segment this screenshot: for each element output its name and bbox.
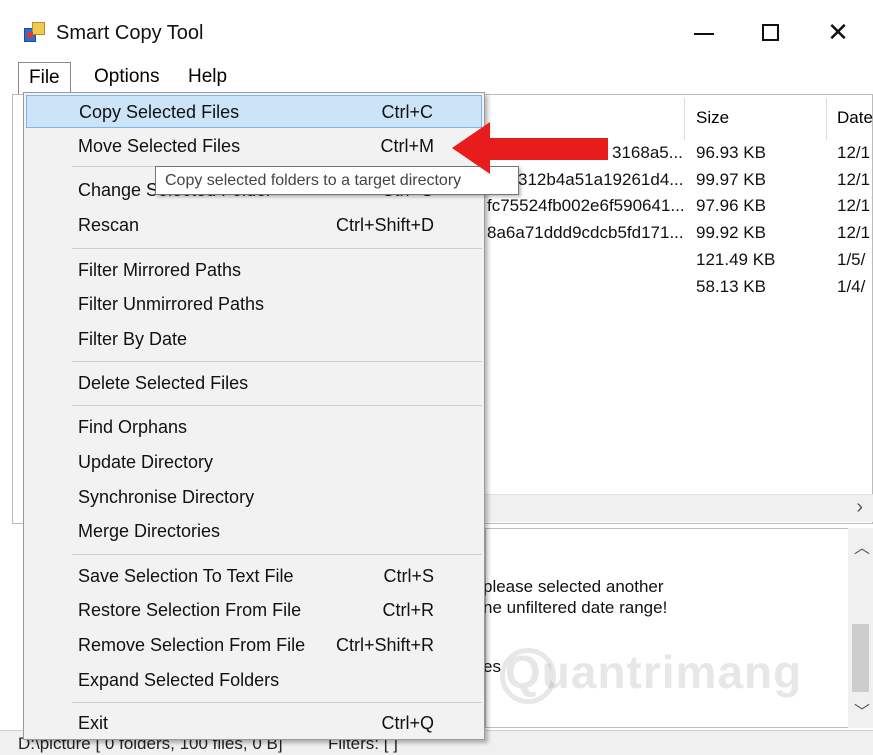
row-date: 12/1 [837, 170, 871, 189]
log-line: es [483, 657, 501, 676]
row-date: 1/5/ [837, 250, 866, 269]
log-line: please selected another [483, 577, 664, 596]
minimize-icon [694, 33, 714, 35]
minimize-button[interactable] [672, 10, 736, 54]
row-date: 1/4/ [837, 277, 866, 296]
menu-separator [72, 248, 482, 249]
menu-item-find-orphans[interactable]: Find Orphans [26, 411, 482, 444]
row-size: 121.49 KB [696, 250, 776, 269]
menu-item-filter-unmirrored-paths[interactable]: Filter Unmirrored Paths [26, 288, 482, 321]
row-name[interactable]: 3168a5... [612, 143, 683, 163]
menu-item-shortcut: Ctrl+S [383, 566, 434, 586]
column-divider[interactable] [826, 98, 827, 140]
row-size: 97.96 KB [696, 196, 766, 215]
menu-separator [72, 702, 482, 703]
menu-separator [72, 554, 482, 555]
row-size: 99.97 KB [696, 170, 766, 189]
close-button[interactable]: ✕ [806, 10, 870, 54]
close-icon: ✕ [827, 16, 849, 47]
menu-item-label: Exit [78, 713, 109, 733]
menu-item-shortcut: Ctrl+Q [381, 713, 434, 733]
menu-item-restore-selection[interactable]: Restore Selection From File Ctrl+R [26, 594, 482, 627]
menu-item-label: Synchronise Directory [78, 487, 255, 507]
vertical-scrollbar[interactable]: ︿ ﹀ [848, 528, 873, 728]
row-size: 99.92 KB [696, 223, 766, 242]
menu-item-label: Filter Mirrored Paths [78, 260, 242, 280]
menu-item-label: Merge Directories [78, 521, 221, 541]
row-date: 12/1 [837, 143, 871, 162]
watermark: Quantrimang [505, 646, 803, 698]
menu-item-expand-selected-folders[interactable]: Expand Selected Folders [26, 664, 482, 697]
chevron-up-icon[interactable]: ︿ [854, 534, 870, 558]
menu-item-save-selection[interactable]: Save Selection To Text File Ctrl+S [26, 560, 482, 593]
log-line: ne unfiltered date range! [483, 598, 668, 617]
menu-item-delete-selected-files[interactable]: Delete Selected Files [26, 367, 482, 400]
menu-item-shortcut: Ctrl+M [380, 136, 435, 156]
menu-item-copy-selected-files[interactable]: Copy Selected Files Ctrl+C [26, 95, 482, 128]
menu-item-synchronise-directory[interactable]: Synchronise Directory [26, 481, 482, 514]
maximize-button[interactable] [738, 10, 802, 54]
menu-item-label: Move Selected Files [78, 136, 241, 156]
row-name[interactable]: fc75524fb002e6f590641... [487, 196, 685, 216]
menu-file[interactable]: File [18, 62, 71, 94]
scrollbar-thumb[interactable] [852, 624, 869, 692]
menu-item-label: Remove Selection From File [78, 635, 306, 655]
menu-item-shortcut: Ctrl+Shift+D [335, 215, 434, 235]
menu-item-label: Filter Unmirrored Paths [78, 294, 265, 314]
row-name[interactable]: 8a6a71ddd9cdcb5fd171... [487, 223, 684, 243]
column-header-date[interactable]: Date [837, 108, 873, 128]
row-size: 96.93 KB [696, 143, 766, 162]
menu-help[interactable]: Help [178, 62, 237, 92]
menu-item-update-directory[interactable]: Update Directory [26, 446, 482, 479]
title-bar: Smart Copy Tool ✕ [0, 0, 873, 62]
horizontal-scrollbar[interactable]: › [485, 494, 873, 522]
row-size: 58.13 KB [696, 277, 766, 296]
menu-item-label: Expand Selected Folders [78, 670, 280, 690]
menu-item-label: Delete Selected Files [78, 373, 249, 393]
menu-separator [72, 361, 482, 362]
menu-item-label: Restore Selection From File [78, 600, 302, 620]
window-title: Smart Copy Tool [56, 22, 204, 44]
red-arrow-icon [452, 122, 608, 174]
column-header-size[interactable]: Size [696, 108, 729, 128]
menu-bar: File Options Help [12, 62, 873, 94]
menu-item-label: Save Selection To Text File [78, 566, 294, 586]
menu-item-label: Copy Selected Files [79, 102, 240, 122]
chevron-right-icon[interactable]: › [856, 496, 863, 519]
menu-item-filter-mirrored-paths[interactable]: Filter Mirrored Paths [26, 254, 482, 287]
row-date: 12/1 [837, 196, 871, 215]
menu-item-label: Update Directory [78, 452, 214, 472]
menu-item-merge-directories[interactable]: Merge Directories [26, 515, 482, 548]
menu-item-label: Rescan [78, 215, 140, 235]
menu-separator [72, 405, 482, 406]
app-icon [24, 22, 46, 44]
menu-item-shortcut: Ctrl+Shift+R [335, 635, 434, 655]
maximize-icon [761, 23, 779, 41]
menu-options[interactable]: Options [84, 62, 169, 92]
menu-item-filter-by-date[interactable]: Filter By Date [26, 323, 482, 356]
menu-item-rescan[interactable]: Rescan Ctrl+Shift+D [26, 209, 482, 242]
menu-item-shortcut: Ctrl+R [382, 600, 434, 620]
menu-item-label: Filter By Date [78, 329, 188, 349]
row-date: 12/1 [837, 223, 871, 242]
menu-item-label: Find Orphans [78, 417, 188, 437]
chevron-down-icon[interactable]: ﹀ [854, 698, 870, 722]
menu-item-remove-selection[interactable]: Remove Selection From File Ctrl+Shift+R [26, 629, 482, 662]
menu-item-move-selected-files[interactable]: Move Selected Files Ctrl+M [26, 130, 482, 163]
menu-item-shortcut: Ctrl+C [381, 102, 433, 122]
column-divider[interactable] [684, 98, 685, 140]
menu-item-exit[interactable]: Exit Ctrl+Q [26, 707, 482, 740]
